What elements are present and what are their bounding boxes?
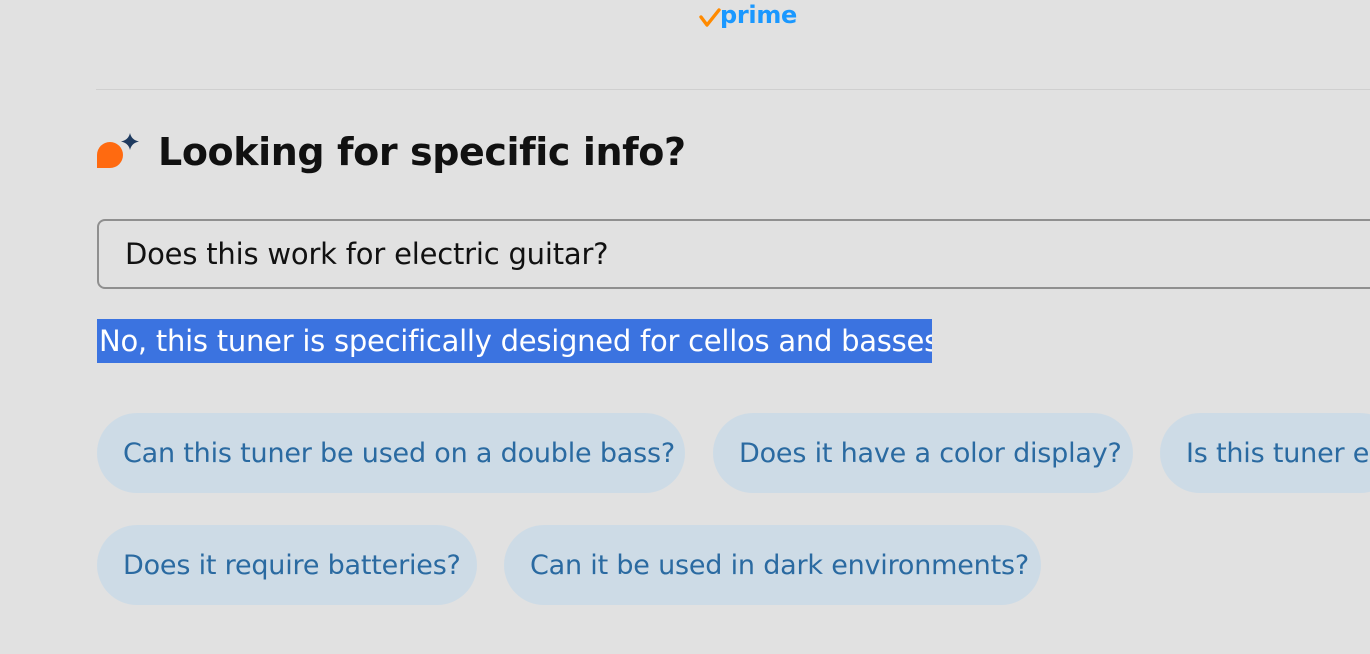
suggestion-chip[interactable]: Can this tuner be used on a double bass? <box>97 413 685 493</box>
prime-logo-text: prime <box>720 1 798 29</box>
question-input-value: Does this work for electric guitar? <box>125 237 609 271</box>
suggestion-chip[interactable]: Can it be used in dark environments? <box>504 525 1041 605</box>
page-title: Looking for specific info? <box>158 130 686 174</box>
suggestion-chip[interactable]: Does it have a color display? <box>713 413 1133 493</box>
suggestion-chip[interactable]: Does it require batteries? <box>97 525 477 605</box>
section-divider <box>96 89 1370 90</box>
answer-text: No, this tuner is specifically designed … <box>97 319 932 363</box>
qa-heading: Looking for specific info? <box>96 124 686 180</box>
prime-logo: prime <box>699 0 797 30</box>
prime-check-icon <box>699 8 721 27</box>
suggestion-chip[interactable]: Is this tuner ea <box>1160 413 1370 493</box>
ai-sparkle-chat-icon <box>97 133 139 168</box>
question-input[interactable]: Does this work for electric guitar? <box>97 219 1370 289</box>
